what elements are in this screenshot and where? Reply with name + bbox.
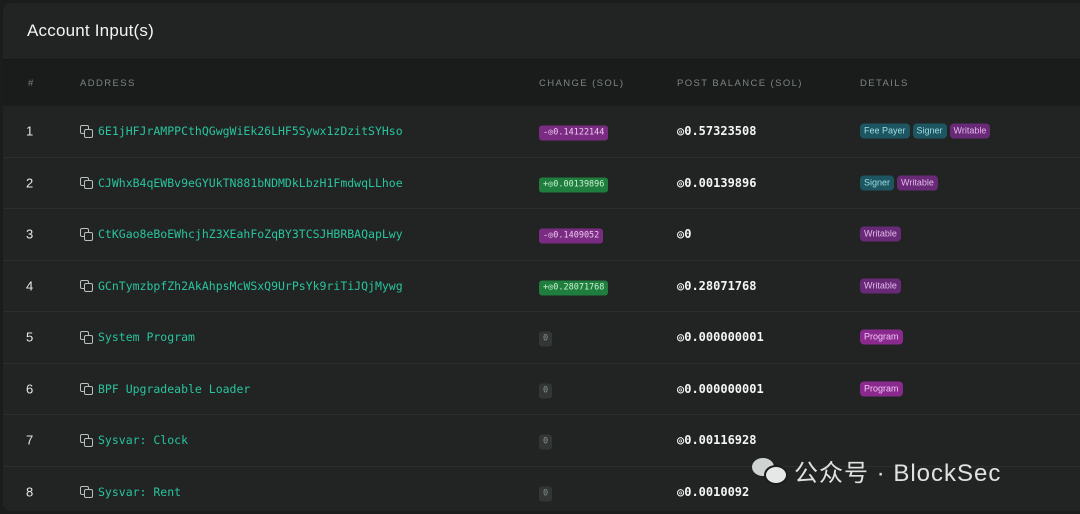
address-link[interactable]: BPF Upgradeable Loader	[98, 382, 250, 396]
writable-tag: Writable	[860, 278, 901, 294]
panel-header: Account Input(s)	[3, 3, 1080, 60]
signer-tag: Signer	[860, 175, 895, 191]
panel-title: Account Input(s)	[27, 21, 154, 40]
address-link[interactable]: GCnTymzbpfZh2AkAhpsMcWSxQ9UrPsYk9riTiJQj…	[98, 279, 403, 293]
watermark-text: 公众号 · BlockSec	[794, 459, 1002, 487]
post-balance: ◎0.000000001	[677, 330, 764, 345]
copy-icon[interactable]	[80, 434, 93, 447]
address-cell: CtKGao8eBoEWhcjhZ3XEahFoZqBY3TCSJHBRBAQa…	[80, 227, 403, 241]
table-row: 4 GCnTymzbpfZh2AkAhpsMcWSxQ9UrPsYk9riTiJ…	[3, 260, 1080, 312]
details-cell: Writable	[860, 278, 901, 294]
account-inputs-panel: Account Input(s) # ADDRESS CHANGE (SOL) …	[3, 3, 1080, 511]
row-index: 6	[26, 381, 34, 397]
change-badge: 0	[539, 383, 553, 399]
change-cell: +◎0.00139896	[539, 173, 609, 193]
change-cell: 0	[539, 328, 553, 347]
table-row: 6 BPF Upgradeable Loader 0 ◎0.000000001 …	[3, 363, 1080, 415]
change-badge: 0	[539, 331, 553, 347]
post-balance: ◎0	[677, 227, 692, 242]
copy-icon[interactable]	[80, 331, 93, 344]
column-header-address: ADDRESS	[80, 78, 136, 89]
address-cell: 6E1jHFJrAMPPCthQGwgWiEk26LHF5Sywx1zDzitS…	[80, 124, 403, 138]
change-cell: 0	[539, 431, 553, 450]
watermark: 公众号 · BlockSec	[752, 450, 1001, 490]
copy-icon[interactable]	[80, 485, 93, 499]
address-link[interactable]: Sysvar: Rent	[98, 485, 181, 499]
address-cell: BPF Upgradeable Loader	[80, 382, 250, 396]
address-cell: System Program	[80, 330, 195, 344]
post-balance: ◎0.00116928	[677, 433, 757, 448]
change-badge: +◎0.00139896	[539, 177, 609, 193]
table-row: 5 System Program 0 ◎0.000000001 Program	[3, 312, 1080, 364]
change-badge: -◎0.1409052	[539, 228, 604, 244]
table-row: 1 6E1jHFJrAMPPCthQGwgWiEk26LHF5Sywx1zDzi…	[3, 106, 1080, 158]
copy-icon[interactable]	[80, 228, 93, 241]
details-cell: Program	[860, 329, 903, 345]
address-link[interactable]: System Program	[98, 330, 195, 344]
copy-icon[interactable]	[80, 125, 93, 138]
fee-payer-tag: Fee Payer	[860, 123, 910, 139]
address-link[interactable]: CJWhxB4qEWBv9eGYUkTN881bNDMDkLbzH1FmdwqL…	[98, 176, 403, 190]
details-cell: Signer Writable	[860, 175, 938, 191]
address-link[interactable]: CtKGao8eBoEWhcjhZ3XEahFoZqBY3TCSJHBRBAQa…	[98, 227, 403, 241]
row-index: 3	[26, 226, 34, 242]
change-badge: 0	[539, 434, 553, 450]
row-index: 2	[26, 175, 34, 191]
post-balance: ◎0.57323508	[677, 124, 757, 139]
post-balance: ◎0.000000001	[677, 381, 764, 396]
column-header-index: #	[28, 78, 35, 89]
row-index: 7	[26, 432, 34, 448]
signer-tag: Signer	[912, 123, 947, 139]
details-cell: Program	[860, 381, 903, 397]
column-header-post-balance: POST BALANCE (SOL)	[677, 78, 803, 89]
row-index: 5	[26, 329, 34, 345]
writable-tag: Writable	[949, 123, 991, 139]
change-cell: 0	[539, 482, 553, 502]
address-cell: Sysvar: Rent	[80, 485, 181, 499]
column-header-change: CHANGE (SOL)	[539, 78, 625, 89]
change-cell: 0	[539, 379, 553, 399]
address-cell: CJWhxB4qEWBv9eGYUkTN881bNDMDkLbzH1FmdwqL…	[80, 176, 403, 190]
wechat-icon	[752, 456, 788, 485]
writable-tag: Writable	[860, 226, 901, 242]
details-cell: Writable	[860, 226, 901, 242]
address-cell: Sysvar: Clock	[80, 433, 188, 447]
post-balance: ◎0.28071768	[677, 278, 757, 293]
program-tag: Program	[860, 329, 903, 345]
change-cell: -◎0.14122144	[539, 122, 609, 141]
change-badge: -◎0.14122144	[539, 125, 609, 141]
row-index: 4	[26, 278, 34, 294]
address-cell: GCnTymzbpfZh2AkAhpsMcWSxQ9UrPsYk9riTiJQj…	[80, 279, 403, 293]
writable-tag: Writable	[897, 175, 938, 191]
column-header-details: DETAILS	[860, 78, 909, 89]
copy-icon[interactable]	[80, 279, 93, 293]
post-balance: ◎0.00139896	[677, 175, 757, 190]
table-row: 3 CtKGao8eBoEWhcjhZ3XEahFoZqBY3TCSJHBRBA…	[3, 209, 1080, 261]
address-link[interactable]: Sysvar: Clock	[98, 433, 188, 447]
copy-icon[interactable]	[80, 382, 93, 396]
row-index: 8	[26, 484, 34, 500]
details-cell: Fee Payer Signer Writable	[860, 123, 991, 139]
change-cell: -◎0.1409052	[539, 225, 604, 244]
program-tag: Program	[860, 381, 903, 397]
address-link[interactable]: 6E1jHFJrAMPPCthQGwgWiEk26LHF5Sywx1zDzitS…	[98, 124, 403, 138]
change-badge: 0	[539, 486, 553, 502]
change-badge: +◎0.28071768	[539, 280, 609, 296]
row-index: 1	[26, 123, 34, 139]
post-balance: ◎0.0010092	[677, 484, 750, 499]
table-header: # ADDRESS CHANGE (SOL) POST BALANCE (SOL…	[3, 60, 1080, 106]
change-cell: +◎0.28071768	[539, 276, 609, 296]
table-row: 2 CJWhxB4qEWBv9eGYUkTN881bNDMDkLbzH1Fmdw…	[3, 157, 1080, 209]
copy-icon[interactable]	[80, 176, 93, 190]
